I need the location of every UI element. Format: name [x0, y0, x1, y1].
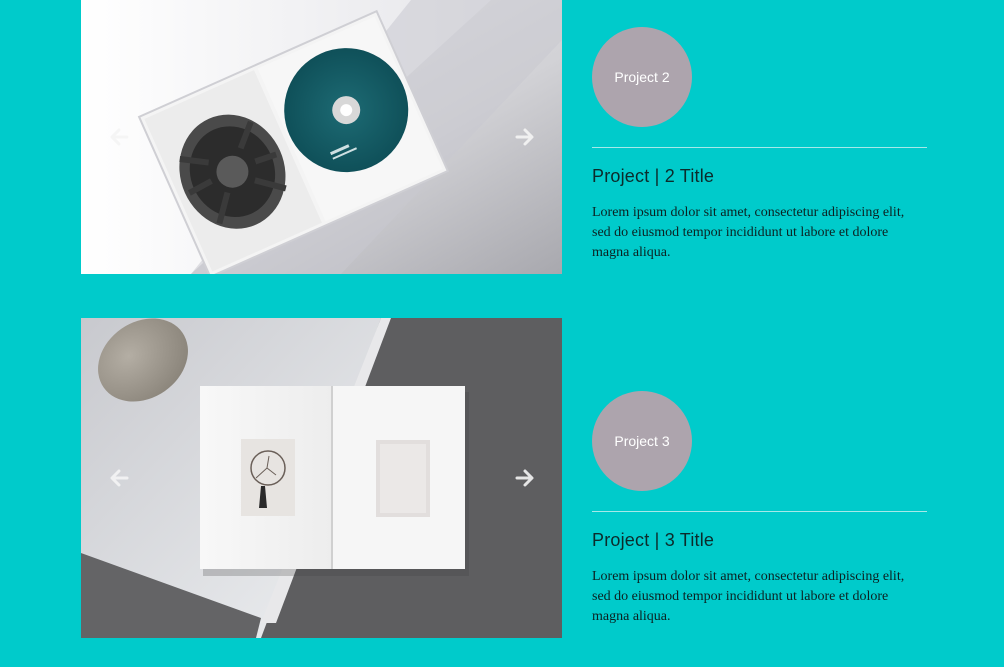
cd-case-photo — [81, 0, 562, 274]
divider — [592, 147, 927, 148]
slider-next-button[interactable] — [513, 125, 537, 149]
arrow-right-icon — [515, 469, 534, 487]
project-badge[interactable]: Project 3 — [592, 391, 692, 491]
project-2-image-slider[interactable] — [81, 0, 562, 274]
divider — [592, 511, 927, 512]
arrow-left-icon — [110, 128, 129, 146]
project-title: Project | 2 Title — [592, 166, 715, 186]
project-title: Project | 3 Title — [592, 530, 715, 550]
project-description: Lorem ipsum dolor sit amet, consectetur … — [592, 569, 905, 624]
slider-prev-button[interactable] — [107, 466, 131, 490]
project-3-image-slider[interactable] — [81, 318, 562, 638]
project-2-section: Project 2 Project | 2 Title Lorem ipsum … — [0, 0, 1004, 274]
open-book-photo — [81, 318, 562, 638]
project-2-info: Project 2 Project | 2 Title Lorem ipsum … — [592, 27, 927, 263]
slider-prev-button[interactable] — [107, 125, 131, 149]
project-description: Lorem ipsum dolor sit amet, consectetur … — [592, 205, 905, 260]
arrow-left-icon — [110, 469, 129, 487]
project-3-info: Project 3 Project | 3 Title Lorem ipsum … — [592, 391, 927, 627]
project-3-section: Project 3 Project | 3 Title Lorem ipsum … — [0, 318, 1004, 638]
slider-next-button[interactable] — [513, 466, 537, 490]
project-badge[interactable]: Project 2 — [592, 27, 692, 127]
arrow-right-icon — [515, 128, 534, 146]
